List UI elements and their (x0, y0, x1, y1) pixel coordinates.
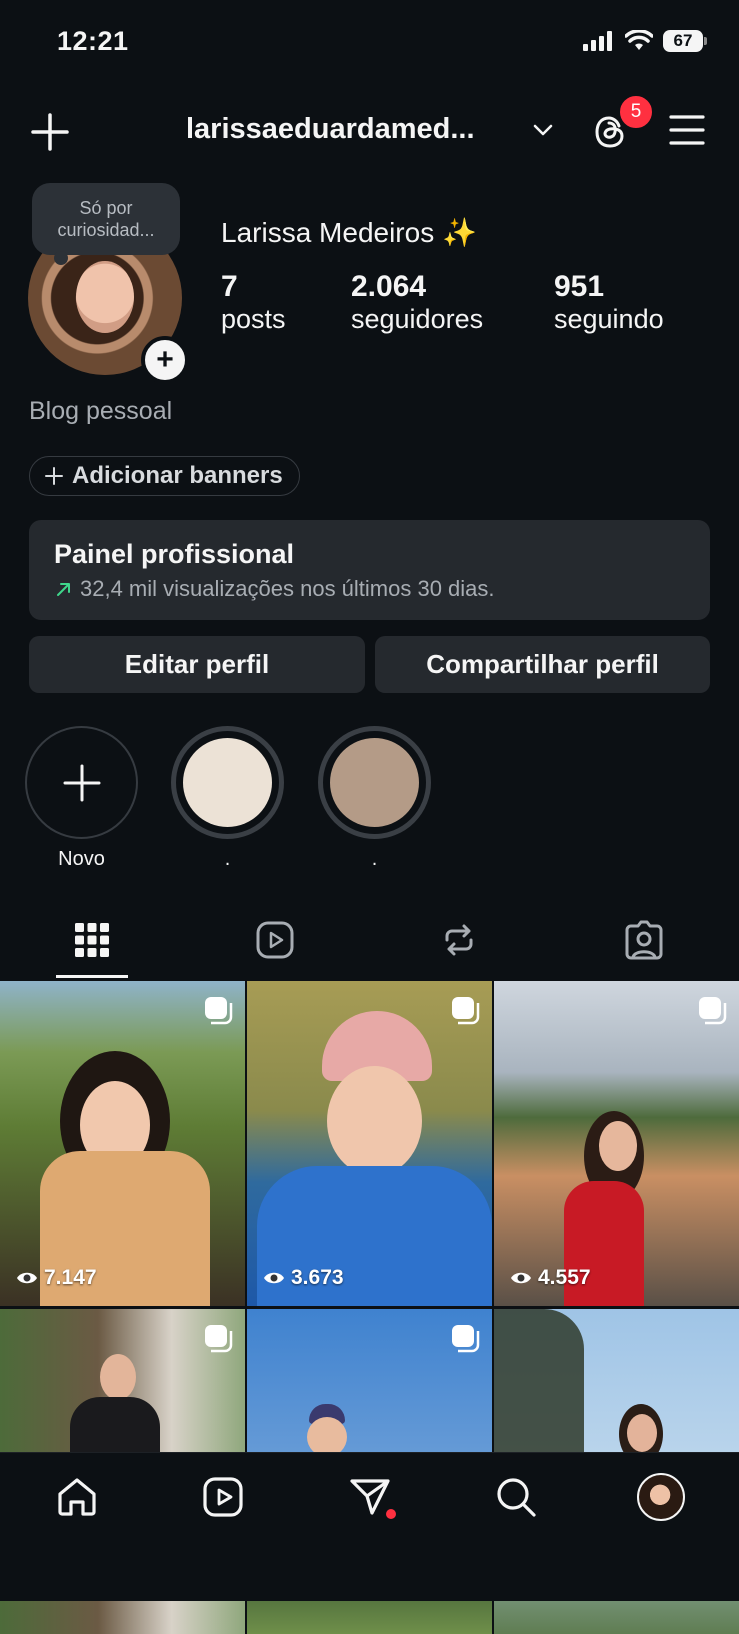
profile-display-name: Larissa Medeiros ✨ (221, 217, 477, 248)
plus-icon (31, 113, 69, 151)
tab-grid[interactable] (70, 918, 114, 962)
stat-followers-value: 2.064 (351, 270, 427, 303)
nav-home[interactable] (53, 1473, 101, 1521)
grid-icon (75, 923, 109, 957)
reels-icon (203, 1477, 243, 1517)
tab-reposts[interactable] (437, 918, 481, 962)
stat-posts-value: 7 (221, 270, 238, 303)
highlight-2[interactable] (318, 726, 431, 839)
hamburger-menu-icon (669, 115, 705, 145)
post-6-subject-face (627, 1414, 657, 1452)
post-4-subject-face (100, 1354, 136, 1400)
post-3-views: 4.557 (510, 1266, 591, 1290)
new-highlight-button[interactable] (25, 726, 138, 839)
highlight-1[interactable] (171, 726, 284, 839)
home-icon (58, 1478, 96, 1516)
highlight-1-cover (183, 738, 272, 827)
dashboard-title: Painel profissional (54, 539, 295, 569)
post-2-subject-face (327, 1066, 422, 1176)
stat-posts-label: posts (221, 304, 286, 334)
nav-messages[interactable] (346, 1473, 396, 1521)
reels-icon (256, 921, 294, 959)
tab-tagged[interactable] (622, 918, 666, 962)
stat-posts[interactable]: 7 posts (221, 270, 286, 335)
eye-icon (264, 1272, 284, 1284)
post-2[interactable]: 3.673 (247, 981, 492, 1306)
wifi-icon (625, 30, 653, 50)
carousel-icon (205, 997, 233, 1025)
new-highlight-label: Novo (58, 848, 105, 870)
add-banners-button[interactable]: Adicionar banners (29, 456, 300, 496)
highlight-2-label: . (371, 848, 378, 870)
add-story-button[interactable]: + (141, 336, 189, 384)
plus-icon: + (156, 343, 174, 376)
battery-level: 67 (673, 31, 693, 50)
bottom-navigation (0, 1452, 739, 1601)
profile-note-bubble[interactable]: Só por curiosidad... (32, 183, 180, 265)
profile-category: Blog pessoal (29, 397, 173, 425)
account-switcher-chevron[interactable] (530, 120, 556, 140)
avatar-face (76, 261, 134, 333)
signal-icon (583, 31, 612, 51)
threads-notification-badge: 5 (618, 94, 654, 130)
tagged-icon (625, 920, 663, 960)
carousel-icon (205, 1325, 233, 1353)
active-tab-indicator (56, 975, 128, 978)
carousel-icon (452, 1325, 480, 1353)
dashboard-subtitle-row: 32,4 mil visualizações nos últimos 30 di… (54, 576, 685, 602)
post-2-views-count: 3.673 (291, 1266, 344, 1289)
unread-dot (386, 1509, 396, 1519)
post-1[interactable]: 7.147 (0, 981, 245, 1306)
chevron-down-icon (533, 124, 553, 136)
post-1-views: 7.147 (16, 1266, 97, 1290)
post-3-views-count: 4.557 (538, 1266, 591, 1289)
share-profile-button[interactable]: Compartilhar perfil (375, 636, 710, 693)
post-5-subject-face (307, 1417, 347, 1457)
create-button[interactable] (28, 110, 72, 154)
carousel-icon (699, 997, 727, 1025)
tab-reels[interactable] (253, 918, 297, 962)
stat-following-value: 951 (554, 270, 605, 303)
stat-following-label: seguindo (554, 304, 664, 334)
search-icon (497, 1478, 536, 1517)
plus-icon (45, 467, 63, 485)
nav-reels[interactable] (199, 1473, 247, 1521)
carousel-icon (452, 997, 480, 1025)
post-3[interactable]: 4.557 (494, 981, 739, 1306)
nav-search[interactable] (492, 1473, 540, 1521)
post-3-subject-face (599, 1121, 637, 1171)
stat-followers-label: seguidores (351, 304, 484, 334)
plus-icon (63, 764, 100, 801)
post-6-tree (494, 1309, 584, 1459)
trend-up-icon (57, 583, 70, 596)
battery-indicator: 67 (663, 30, 707, 52)
stat-followers[interactable]: 2.064 seguidores (351, 270, 483, 335)
post-4-subject-gown (70, 1397, 160, 1457)
reposts-icon (445, 924, 473, 956)
professional-dashboard[interactable]: Painel profissional 32,4 mil visualizaçõ… (29, 520, 710, 620)
post-2-views: 3.673 (263, 1266, 344, 1290)
eye-icon (17, 1272, 37, 1284)
dashboard-subtitle: 32,4 mil visualizações nos últimos 30 di… (80, 576, 495, 601)
eye-icon (511, 1272, 531, 1284)
highlight-2-cover (330, 738, 419, 827)
account-switcher-username[interactable]: larissaeduardamed... (186, 113, 475, 146)
nav-profile-avatar[interactable] (637, 1473, 685, 1521)
menu-button[interactable] (668, 113, 706, 147)
add-banners-label: Adicionar banners (72, 462, 283, 489)
edit-profile-button[interactable]: Editar perfil (29, 636, 365, 693)
stat-following[interactable]: 951 seguindo (554, 270, 664, 335)
post-1-views-count: 7.147 (44, 1266, 97, 1289)
status-time: 12:21 (57, 26, 129, 56)
highlight-1-label: . (224, 848, 231, 870)
status-icons: 67 (583, 30, 707, 52)
